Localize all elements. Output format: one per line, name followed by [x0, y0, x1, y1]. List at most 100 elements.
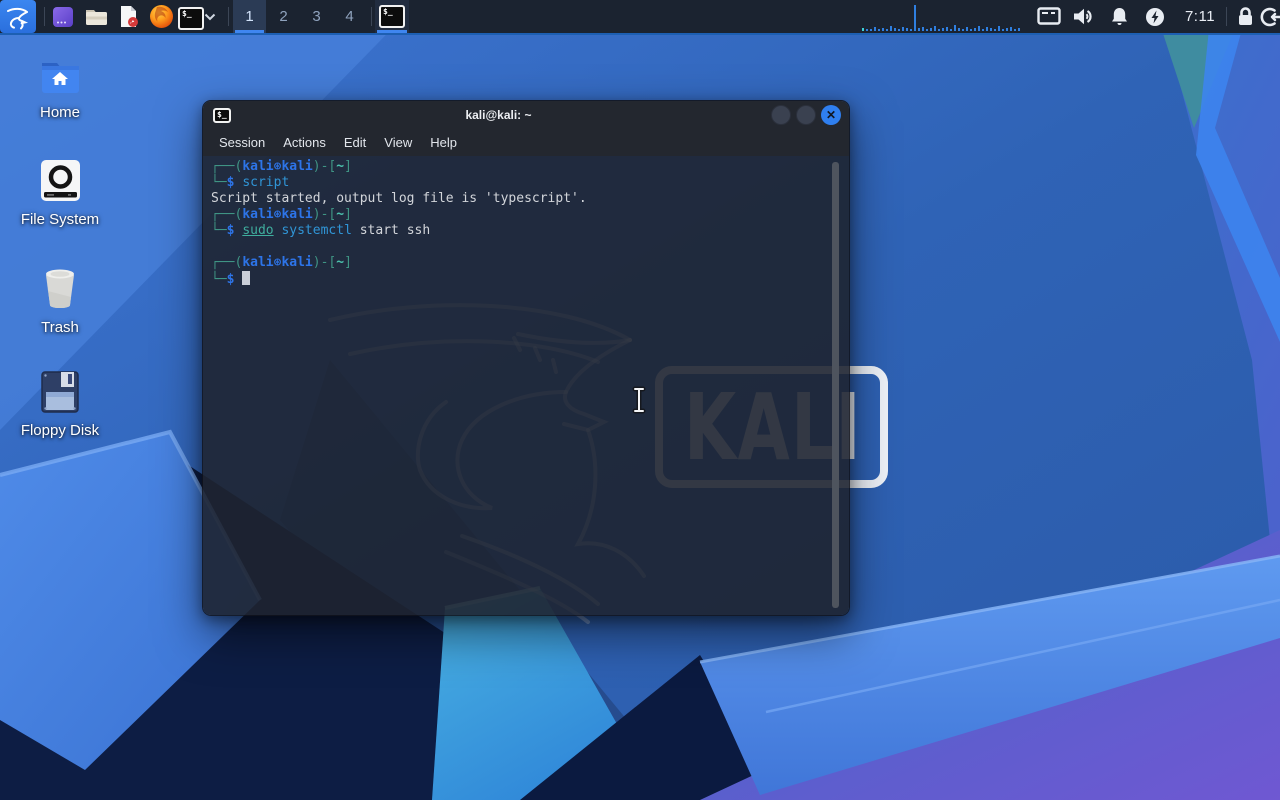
monitor-bar — [958, 28, 960, 31]
trash-can-icon — [46, 269, 74, 308]
launcher-terminal[interactable]: $_ — [178, 7, 204, 30]
minimize-button[interactable] — [771, 105, 791, 125]
desktop-icon-label: Home — [39, 104, 80, 121]
menu-session[interactable]: Session — [210, 131, 274, 154]
terminal-text-segment: )-[ — [312, 159, 337, 174]
monitor-bar — [1006, 28, 1008, 31]
terminal-content[interactable]: ┌──(kali⊛kali)-[~] └─$ script Script start… — [203, 156, 849, 615]
system-monitor-graph[interactable] — [862, 3, 1020, 31]
workspace-2[interactable]: 2 — [267, 0, 300, 33]
terminal-text-segment: script — [242, 175, 290, 190]
terminal-text-segment: kali — [281, 255, 313, 270]
lock-screen-button[interactable] — [1232, 0, 1258, 33]
monitor-bar — [910, 29, 912, 31]
terminal-text-segment: kali — [281, 159, 313, 174]
applications-menu-button[interactable] — [0, 0, 36, 33]
terminal-text-segment: ┌──( — [211, 255, 243, 270]
desktop-icon-home[interactable]: Home — [12, 54, 108, 121]
workspace-3[interactable]: 3 — [300, 0, 333, 33]
terminal-text-segment: └─ — [211, 175, 227, 190]
launcher-file-manager[interactable] — [80, 0, 112, 33]
panel-separator — [1226, 7, 1227, 26]
terminal-text-segment: ] — [344, 159, 352, 174]
monitor-bar — [990, 28, 992, 31]
terminal-text-segment: ┌──( — [211, 159, 243, 174]
tray-notifications[interactable] — [1106, 0, 1132, 33]
text-cursor — [632, 386, 646, 414]
chevron-down-icon — [204, 13, 216, 20]
monitor-bar — [894, 28, 896, 31]
desktop-icon-trash[interactable]: Trash — [12, 263, 108, 336]
home-folder-icon — [42, 63, 79, 93]
menu-help[interactable]: Help — [421, 131, 466, 154]
display-icon — [1037, 7, 1061, 25]
menu-actions[interactable]: Actions — [274, 131, 335, 154]
monitor-bar — [1002, 29, 1004, 31]
launcher-firefox[interactable] — [146, 0, 176, 33]
desktop-icon-label: File System — [20, 211, 100, 228]
terminal-line: ┌──(kali⊛kali)-[~] — [211, 255, 829, 271]
monitor-bar — [974, 28, 976, 31]
desktop-icon-file-system[interactable]: File System — [12, 158, 108, 228]
monitor-bar — [862, 28, 864, 31]
terminal-window: $_ kali@kali: ~ ✕ Session Actions Edit V… — [202, 100, 850, 616]
firefox-icon — [149, 5, 173, 28]
workspace-label: 2 — [279, 8, 288, 25]
terminal-line: ┌──(kali⊛kali)-[~] — [211, 207, 829, 223]
terminal-text-segment: sudo — [242, 223, 274, 238]
tray-volume[interactable] — [1070, 0, 1096, 33]
terminal-text-segment: └─ — [211, 223, 227, 238]
workspace-active-indicator — [235, 30, 264, 33]
monitor-bar — [906, 28, 908, 31]
log-out-button[interactable] — [1256, 0, 1280, 33]
monitor-bar — [866, 29, 868, 31]
terminal-text-segment: ~ — [336, 255, 345, 270]
menu-view[interactable]: View — [375, 131, 421, 154]
terminal-text-segment: start ssh — [351, 223, 431, 238]
terminal-window-icon: $_ — [379, 5, 405, 28]
monitor-bar — [922, 27, 924, 31]
monitor-bar — [998, 26, 1000, 31]
desktop-icon-floppy-disk[interactable]: Floppy Disk — [12, 370, 108, 439]
monitor-bar — [914, 5, 916, 31]
terminal-glyph: $_ — [217, 109, 227, 119]
workspace-4[interactable]: 4 — [333, 0, 366, 33]
terminal-text-segment: kali — [242, 159, 274, 174]
taskbar-window-button[interactable]: $_ — [375, 0, 409, 33]
monitor-bar — [946, 27, 948, 31]
close-button[interactable]: ✕ — [821, 105, 841, 125]
tray-power-manager[interactable] — [1142, 0, 1168, 33]
launcher-text-editor[interactable] — [114, 0, 144, 33]
clock[interactable]: 7:11 — [1176, 0, 1224, 33]
terminal-glyph: $_ — [383, 7, 393, 16]
maximize-button[interactable] — [796, 105, 816, 125]
terminal-text-segment: ~ — [336, 159, 345, 174]
desktop-icon-label: Trash — [41, 319, 79, 336]
panel-separator — [371, 7, 372, 26]
launcher-dropdown[interactable] — [202, 0, 218, 33]
terminal-line: └─$ script — [211, 175, 829, 191]
menu-edit[interactable]: Edit — [335, 131, 375, 154]
terminal-text-segment: kali — [281, 207, 313, 222]
top-panel: $_ 1 2 3 4 $_ 7:11 — [0, 0, 1280, 35]
monitor-bar — [938, 29, 940, 31]
terminal-text-segment: )-[ — [312, 207, 337, 222]
terminal-text-segment: ┌──( — [211, 207, 243, 222]
terminal-text-segment: Script started, output log file is 'type… — [211, 191, 587, 206]
monitor-bar — [966, 27, 968, 31]
terminal-scrollbar[interactable] — [832, 162, 839, 608]
monitor-bar — [970, 29, 972, 31]
workspace-label: 1 — [245, 8, 254, 25]
kali-logo-icon — [7, 7, 29, 29]
terminal-titlebar[interactable]: $_ kali@kali: ~ ✕ — [203, 101, 849, 129]
file-manager-icon — [85, 10, 107, 25]
bell-icon — [1111, 8, 1127, 25]
terminal-line: └─$ — [211, 271, 829, 288]
launcher-show-desktop[interactable] — [48, 0, 78, 33]
show-desktop-icon — [53, 6, 73, 27]
workspace-1[interactable]: 1 — [233, 0, 266, 33]
tray-display[interactable] — [1036, 0, 1062, 33]
terminal-output: ┌──(kali⊛kali)-[~] └─$ script Script start… — [211, 159, 829, 288]
monitor-bar — [954, 25, 956, 31]
